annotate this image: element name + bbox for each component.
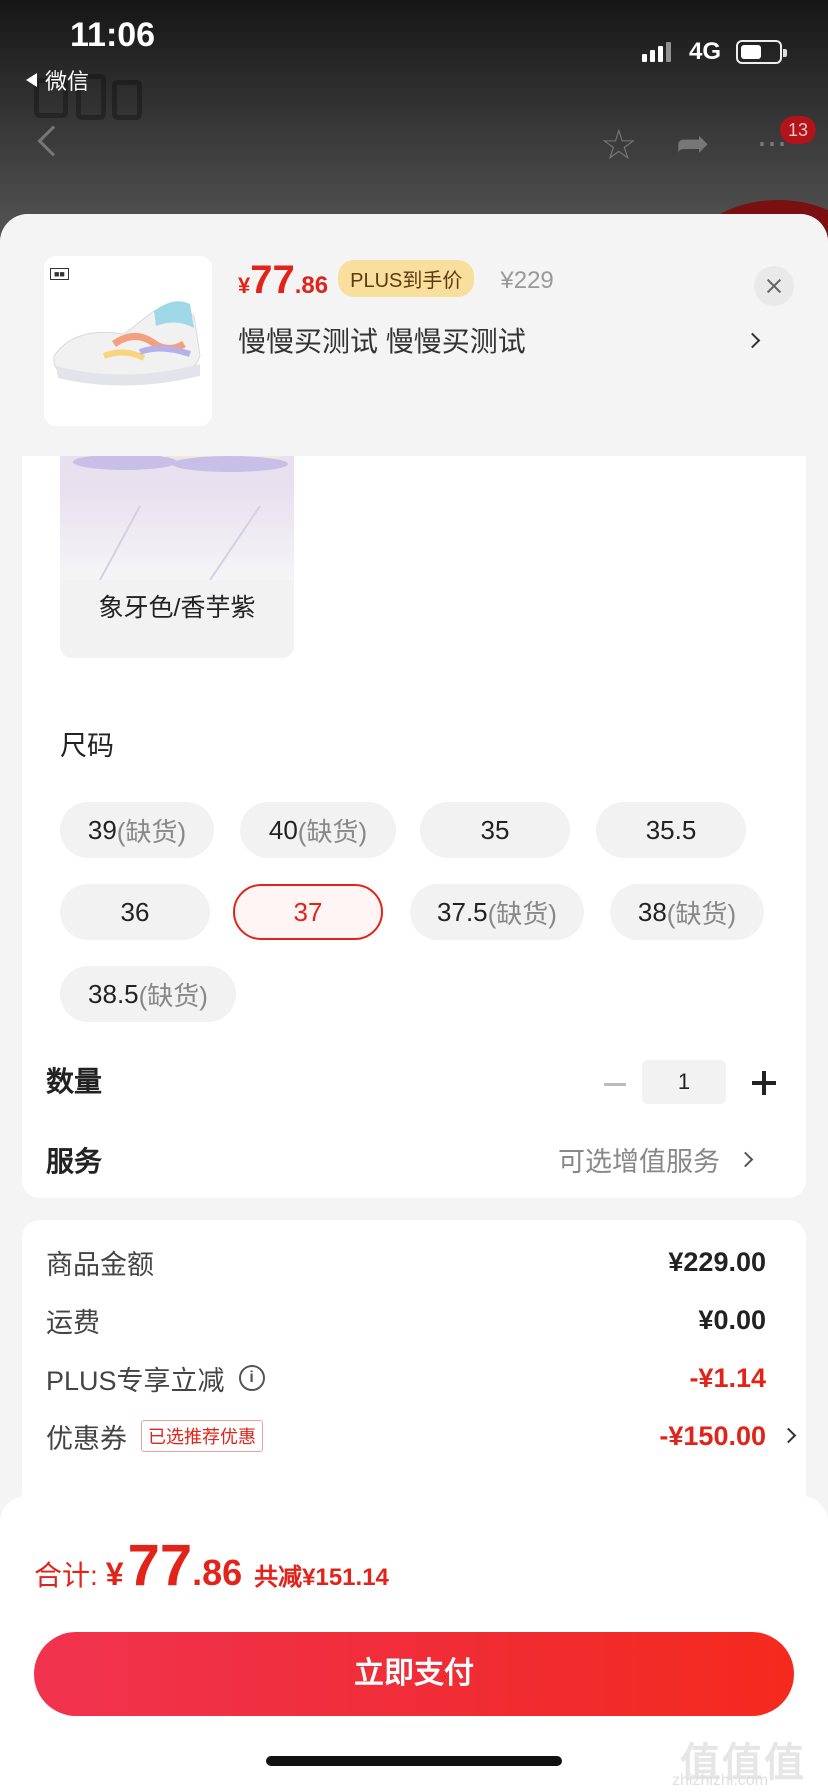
shipping-row: 运费 ¥0.00	[46, 1300, 766, 1340]
close-icon[interactable]	[754, 266, 794, 306]
selected-spec-row[interactable]: 慢慢买测试 慢慢买测试	[238, 320, 761, 360]
price-row: ¥ 77 .86 PLUS到手价 ¥229	[238, 258, 554, 303]
plus-discount-row: PLUS专享立减 i -¥1.14	[46, 1358, 766, 1398]
site-watermark-url: zhizhizhi.com	[672, 1772, 769, 1789]
size-label: 38	[637, 896, 667, 927]
selected-spec-text: 慢慢买测试 慢慢买测试	[238, 326, 526, 357]
info-icon[interactable]: i	[238, 1365, 265, 1391]
size-option-38[interactable]: 38 (缺货)	[610, 884, 764, 940]
price-decimal: .86	[294, 272, 329, 299]
size-option-40[interactable]: 40 (缺货)	[240, 802, 396, 858]
out-of-stock-label: (缺货)	[487, 898, 557, 929]
out-of-stock-label: (缺货)	[138, 980, 208, 1011]
shipping-label: 运费	[46, 1307, 100, 1338]
favorite-star-icon[interactable]: ☆	[600, 124, 638, 166]
network-type: 4G	[689, 38, 722, 65]
shipping-value: ¥0.00	[698, 1304, 766, 1335]
service-label: 服务	[46, 1146, 103, 1177]
out-of-stock-label: (缺货)	[116, 816, 187, 847]
pay-now-button[interactable]: 立即支付	[34, 1632, 794, 1716]
product-header: ■■ ¥ 77 .86 PLUS到手价 ¥229 慢慢买测试 慢慢买测试	[0, 214, 828, 456]
back-app-label: 微信	[45, 69, 90, 94]
size-option-38-5[interactable]: 38.5 (缺货)	[60, 966, 236, 1022]
battery-icon	[736, 40, 787, 64]
sku-selection-sheet: 象牙色/香芋紫 尺码 39 (缺货) 40 (缺货) 35 35.5 36 37 3…	[0, 214, 828, 1792]
coupon-label-wrap: 优惠券 已选推荐优惠	[46, 1417, 263, 1456]
goods-amount-label: 商品金额	[46, 1249, 154, 1280]
plus-price-badge: PLUS到手价	[338, 260, 475, 297]
options-panel: 象牙色/香芋紫 尺码 39 (缺货) 40 (缺货) 35 35.5 36 37 3…	[22, 396, 806, 1198]
total-saved: 共减¥151.14	[254, 1564, 389, 1591]
size-label: 40	[268, 814, 298, 845]
goods-amount-row: 商品金额 ¥229.00	[46, 1242, 766, 1282]
total-integer: 77	[127, 1533, 193, 1598]
order-summary: 商品金额 ¥229.00 运费 ¥0.00 PLUS专享立减 i -¥1.14 …	[22, 1220, 806, 1510]
out-of-stock-label: (缺货)	[297, 816, 368, 847]
size-label: 37.5	[437, 896, 488, 927]
cart-badge: 13	[780, 116, 816, 144]
status-time: 11:06	[70, 16, 156, 54]
product-thumbnail: ■■	[44, 256, 212, 426]
size-label: 36	[120, 896, 150, 927]
total-label: 合计:	[34, 1560, 98, 1591]
checkout-bar: 合计: ¥ 77 .86 共减¥151.14 立即支付 值值值 zhizhizh…	[0, 1496, 828, 1792]
size-option-39[interactable]: 39 (缺货)	[60, 802, 214, 858]
quantity-decrease-button[interactable]	[604, 1083, 626, 1086]
quantity-label: 数量	[46, 1066, 103, 1097]
plus-discount-value: -¥1.14	[689, 1362, 766, 1393]
price-currency: ¥	[238, 273, 251, 298]
shoe-thumbnail-image	[53, 301, 201, 386]
size-option-35-5[interactable]: 35.5	[596, 802, 746, 858]
size-label: 35	[480, 814, 510, 845]
back-chevron-icon[interactable]	[37, 125, 69, 157]
goods-amount-value: ¥229.00	[668, 1246, 766, 1277]
total-price: 合计: ¥ 77 .86 共减¥151.14	[34, 1532, 389, 1599]
back-triangle-icon	[26, 73, 37, 87]
coupon-label: 优惠券	[46, 1423, 127, 1454]
price-integer: 77	[250, 258, 295, 302]
size-label: 39	[87, 814, 117, 845]
product-nav-bar: ☆ ➦ ···	[0, 124, 828, 174]
size-label: 38.5	[88, 978, 139, 1009]
coupon-row[interactable]: 优惠券 已选推荐优惠 -¥150.00	[46, 1416, 797, 1456]
quantity-value[interactable]: 1	[642, 1060, 726, 1104]
size-label: 35.5	[645, 814, 697, 845]
size-section-title: 尺码	[60, 731, 114, 761]
total-currency: ¥	[105, 1556, 124, 1592]
size-option-36[interactable]: 36	[60, 884, 210, 940]
status-bar: 11:06 微信 4G	[0, 0, 828, 100]
coupon-value: -¥150.00	[659, 1420, 766, 1451]
chevron-right-icon	[780, 1427, 797, 1444]
color-option-label: 象牙色/香芋紫	[98, 594, 256, 622]
size-option-37-selected[interactable]: 37	[233, 884, 383, 940]
back-to-app-button[interactable]: 微信	[26, 64, 89, 96]
plus-discount-label: PLUS专享立减	[46, 1365, 225, 1396]
plus-discount-label-wrap: PLUS专享立减 i	[46, 1359, 265, 1398]
original-price: ¥229	[500, 267, 554, 294]
share-icon[interactable]: ➦	[676, 124, 710, 164]
chevron-right-icon	[737, 1151, 754, 1168]
service-selector[interactable]: 可选增值服务	[558, 1140, 754, 1179]
home-indicator[interactable]	[266, 1756, 562, 1766]
quantity-increase-button[interactable]	[752, 1071, 776, 1095]
coupon-recommended-tag: 已选推荐优惠	[141, 1420, 263, 1452]
chevron-right-icon	[744, 332, 761, 348]
service-value: 可选增值服务	[558, 1147, 720, 1177]
thumbnail-logo: ■■	[50, 268, 69, 280]
out-of-stock-label: (缺货)	[666, 898, 737, 929]
size-option-37-5[interactable]: 37.5 (缺货)	[410, 884, 584, 940]
size-label: 37	[293, 896, 323, 927]
size-option-35[interactable]: 35	[420, 802, 570, 858]
total-decimal: .86	[192, 1552, 243, 1593]
signal-icon	[642, 42, 671, 62]
